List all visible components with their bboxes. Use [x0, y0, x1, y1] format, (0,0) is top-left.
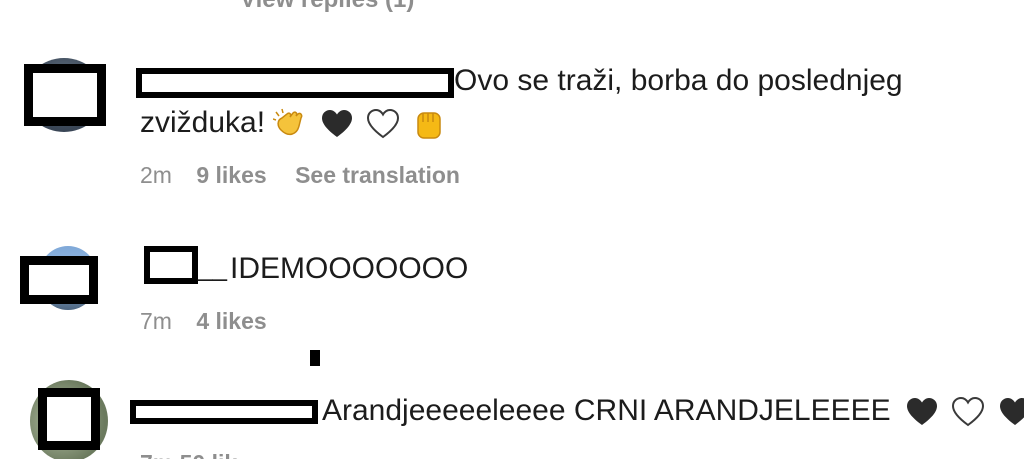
comment-text-line1: Ovo se traži, borba do poslednjeg [454, 64, 903, 97]
raised-fist-icon [417, 112, 442, 139]
comment-text: zvižduka! [140, 106, 266, 139]
comment-text-line2: zvižduka! [140, 100, 450, 146]
comment-text-line1: Arandjeeeeeleeee CRNI ARANDJELEEEE [322, 388, 1024, 434]
username-redaction [144, 246, 198, 284]
clapping-hands-icon [273, 108, 303, 136]
redaction-mark [310, 350, 320, 366]
username-fragment: __ [198, 252, 227, 282]
see-translation-link[interactable]: See translation [295, 162, 460, 188]
avatar-redaction [20, 256, 98, 304]
comment-text-line1: IDEMOOOOOOO [230, 252, 469, 285]
username-redaction [136, 68, 454, 98]
comment-time: 2m [140, 162, 172, 188]
comment-meta: 2m 9 likes See translation [140, 162, 460, 189]
comment-meta: 7m 4 likes [140, 308, 289, 335]
black-heart-icon [999, 398, 1024, 426]
white-heart-icon [952, 397, 985, 427]
likes-count[interactable]: 4 likes [196, 308, 266, 334]
comment-text: Arandjeeeeeleeee CRNI ARANDJELEEEE [322, 394, 891, 427]
comment-time: 7m [140, 308, 172, 334]
black-heart-icon [906, 398, 937, 426]
emoji-row [273, 106, 450, 139]
black-heart-icon [321, 110, 352, 138]
comment-meta: 7m 50 lik [140, 450, 237, 459]
view-replies-link[interactable]: View replies (1) [240, 0, 414, 14]
likes-count[interactable]: 9 likes [196, 162, 266, 188]
comments-panel: View replies (1) Ovo se traži, borba do … [0, 0, 1024, 459]
username-redaction [130, 400, 318, 424]
white-heart-icon [367, 109, 400, 139]
avatar-redaction [24, 64, 106, 126]
avatar-redaction [38, 388, 100, 450]
